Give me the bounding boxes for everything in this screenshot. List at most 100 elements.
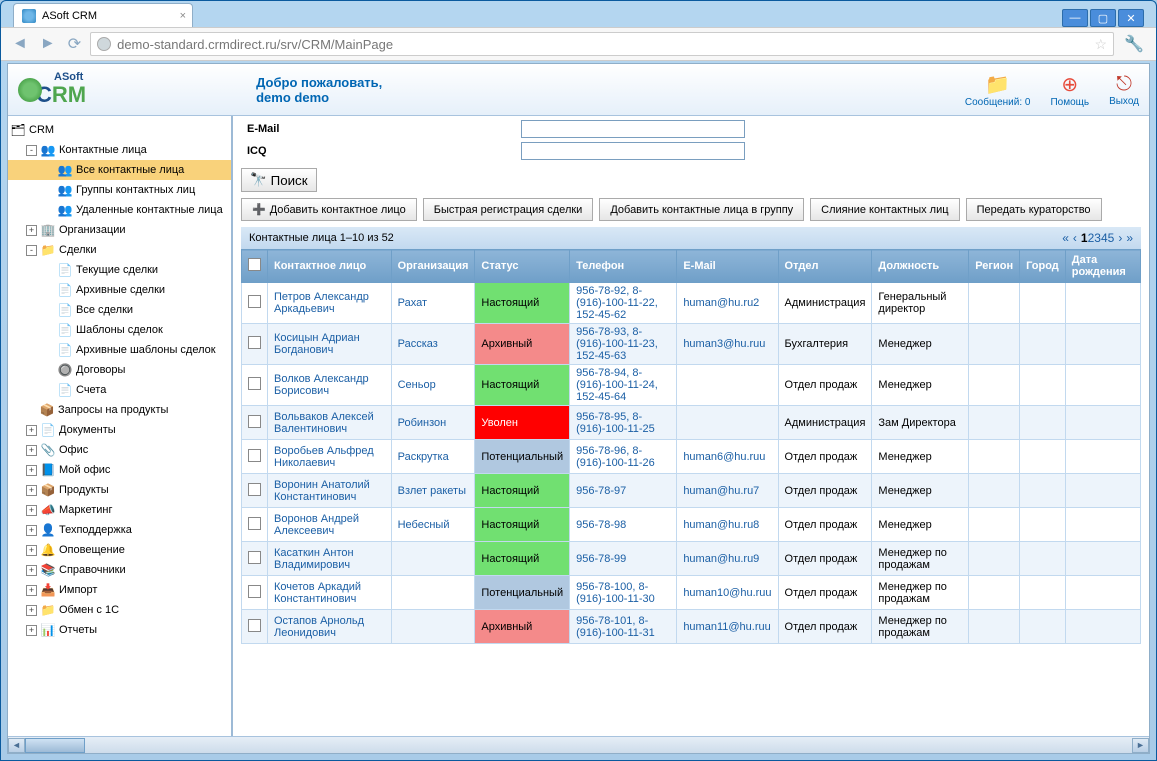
expand-icon[interactable]: + bbox=[26, 565, 37, 576]
sidebar-item[interactable]: +📄Документы bbox=[8, 420, 231, 440]
contact-link[interactable]: Касаткин Антон Владимирович bbox=[274, 547, 354, 571]
url-input[interactable]: demo-standard.crmdirect.ru/srv/CRM/MainP… bbox=[90, 32, 1114, 56]
row-checkbox[interactable] bbox=[248, 415, 261, 428]
horizontal-scrollbar[interactable]: ◄ ► bbox=[8, 736, 1149, 753]
sidebar-item[interactable]: 📄Текущие сделки bbox=[8, 260, 231, 280]
pager-prev[interactable]: ‹ bbox=[1073, 231, 1077, 245]
scroll-left-icon[interactable]: ◄ bbox=[8, 738, 25, 753]
sidebar-item[interactable]: +🏢Организации bbox=[8, 220, 231, 240]
sidebar-item[interactable]: 👥Все контактные лица bbox=[8, 160, 231, 180]
bookmark-icon[interactable]: ☆ bbox=[1095, 36, 1108, 53]
phone-link[interactable]: 956-78-92, 8-(916)-100-11-22, 152-45-62 bbox=[576, 285, 658, 321]
col-birth[interactable]: Дата рождения bbox=[1065, 250, 1140, 283]
email-link[interactable]: human11@hu.ruu bbox=[683, 621, 770, 633]
pager-next[interactable]: › bbox=[1118, 231, 1122, 245]
sidebar-item[interactable]: +📎Офис bbox=[8, 440, 231, 460]
contact-link[interactable]: Вольваков Алексей Валентинович bbox=[274, 411, 374, 435]
expand-icon[interactable]: - bbox=[26, 145, 37, 156]
sidebar-item[interactable]: +🔔Оповещение bbox=[8, 540, 231, 560]
phone-link[interactable]: 956-78-93, 8-(916)-100-11-23, 152-45-63 bbox=[576, 326, 658, 362]
add-to-group-button[interactable]: Добавить контактные лица в группу bbox=[599, 198, 804, 221]
row-checkbox[interactable] bbox=[248, 483, 261, 496]
sidebar-item[interactable]: +📊Отчеты bbox=[8, 620, 231, 640]
contact-link[interactable]: Кочетов Аркадий Константинович bbox=[274, 581, 361, 605]
col-dept[interactable]: Отдел bbox=[778, 250, 872, 283]
search-button[interactable]: 🔭 Поиск bbox=[241, 168, 317, 192]
sidebar-item[interactable]: +📚Справочники bbox=[8, 560, 231, 580]
reload-button[interactable]: ⟳ bbox=[65, 34, 84, 54]
back-button[interactable]: ◄ bbox=[9, 35, 31, 53]
sidebar-item[interactable]: 📄Шаблоны сделок bbox=[8, 320, 231, 340]
scroll-thumb[interactable] bbox=[25, 738, 85, 753]
contact-link[interactable]: Воронов Андрей Алексеевич bbox=[274, 513, 359, 537]
contact-link[interactable]: Воробьев Альфред Николаевич bbox=[274, 445, 374, 469]
sidebar-item[interactable]: +👤Техподдержка bbox=[8, 520, 231, 540]
org-link[interactable]: Взлет ракеты bbox=[398, 485, 466, 497]
row-checkbox[interactable] bbox=[248, 585, 261, 598]
expand-icon[interactable]: + bbox=[26, 465, 37, 476]
row-checkbox[interactable] bbox=[248, 449, 261, 462]
contact-link[interactable]: Остапов Арнольд Леонидович bbox=[274, 615, 364, 639]
messages-button[interactable]: 📁 Сообщений: 0 bbox=[965, 72, 1031, 108]
icq-input[interactable] bbox=[521, 142, 745, 160]
pager-page[interactable]: 5 bbox=[1108, 231, 1115, 245]
contact-link[interactable]: Петров Александр Аркадьевич bbox=[274, 291, 369, 315]
sidebar-item[interactable]: +📥Импорт bbox=[8, 580, 231, 600]
add-contact-button[interactable]: ➕Добавить контактное лицо bbox=[241, 198, 417, 221]
sidebar-item[interactable]: +📘Мой офис bbox=[8, 460, 231, 480]
row-checkbox[interactable] bbox=[248, 336, 261, 349]
phone-link[interactable]: 956-78-98 bbox=[576, 519, 626, 531]
org-link[interactable]: Небесный bbox=[398, 519, 450, 531]
sidebar-item[interactable]: +📦Продукты bbox=[8, 480, 231, 500]
org-link[interactable]: Робинзон bbox=[398, 417, 447, 429]
contact-link[interactable]: Волков Александр Борисович bbox=[274, 373, 369, 397]
sidebar-item[interactable]: +📣Маркетинг bbox=[8, 500, 231, 520]
forward-button[interactable]: ► bbox=[37, 35, 59, 53]
org-link[interactable]: Сеньор bbox=[398, 379, 436, 391]
phone-link[interactable]: 956-78-95, 8-(916)-100-11-25 bbox=[576, 411, 655, 435]
contact-link[interactable]: Косицын Адриан Богданович bbox=[274, 332, 360, 356]
close-button[interactable]: ✕ bbox=[1118, 9, 1144, 27]
sidebar-item[interactable]: 👥Удаленные контактные лица bbox=[8, 200, 231, 220]
merge-contacts-button[interactable]: Слияние контактных лиц bbox=[810, 198, 959, 221]
expand-icon[interactable]: + bbox=[26, 525, 37, 536]
pager-page[interactable]: 3 bbox=[1094, 231, 1101, 245]
expand-icon[interactable]: + bbox=[26, 585, 37, 596]
email-link[interactable]: human@hu.ru9 bbox=[683, 553, 759, 565]
phone-link[interactable]: 956-78-97 bbox=[576, 485, 626, 497]
sidebar-item[interactable]: 📄Архивные шаблоны сделок bbox=[8, 340, 231, 360]
col-org[interactable]: Организация bbox=[391, 250, 475, 283]
contact-link[interactable]: Воронин Анатолий Константинович bbox=[274, 479, 370, 503]
scroll-right-icon[interactable]: ► bbox=[1132, 738, 1149, 753]
pager-page[interactable]: 4 bbox=[1101, 231, 1108, 245]
settings-icon[interactable]: 🔧 bbox=[1120, 34, 1148, 54]
sidebar-item[interactable]: 🔘Договоры bbox=[8, 360, 231, 380]
minimize-button[interactable]: — bbox=[1062, 9, 1088, 27]
email-link[interactable]: human10@hu.ruu bbox=[683, 587, 771, 599]
browser-tab[interactable]: ASoft CRM × bbox=[13, 3, 193, 27]
row-checkbox[interactable] bbox=[248, 295, 261, 308]
org-link[interactable]: Рассказ bbox=[398, 338, 438, 350]
email-link[interactable]: human3@hu.ruu bbox=[683, 338, 765, 350]
sidebar-item[interactable]: 👥Группы контактных лиц bbox=[8, 180, 231, 200]
select-all-checkbox[interactable] bbox=[248, 258, 261, 271]
phone-link[interactable]: 956-78-99 bbox=[576, 553, 626, 565]
row-checkbox[interactable] bbox=[248, 619, 261, 632]
expand-icon[interactable]: + bbox=[26, 445, 37, 456]
expand-icon[interactable]: + bbox=[26, 505, 37, 516]
close-icon[interactable]: × bbox=[180, 10, 186, 22]
phone-link[interactable]: 956-78-94, 8-(916)-100-11-24, 152-45-64 bbox=[576, 367, 658, 403]
expand-icon[interactable]: + bbox=[26, 225, 37, 236]
col-contact[interactable]: Контактное лицо bbox=[268, 250, 392, 283]
expand-icon[interactable]: + bbox=[26, 545, 37, 556]
email-link[interactable]: human@hu.ru2 bbox=[683, 297, 759, 309]
col-phone[interactable]: Телефон bbox=[570, 250, 677, 283]
col-status[interactable]: Статус bbox=[475, 250, 570, 283]
col-email[interactable]: E-Mail bbox=[677, 250, 778, 283]
col-region[interactable]: Регион bbox=[969, 250, 1020, 283]
sidebar-item[interactable]: 📄Все сделки bbox=[8, 300, 231, 320]
org-link[interactable]: Рахат bbox=[398, 297, 427, 309]
sidebar-item[interactable]: -📁Сделки bbox=[8, 240, 231, 260]
email-input[interactable] bbox=[521, 120, 745, 138]
sidebar-item[interactable]: 📦Запросы на продукты bbox=[8, 400, 231, 420]
